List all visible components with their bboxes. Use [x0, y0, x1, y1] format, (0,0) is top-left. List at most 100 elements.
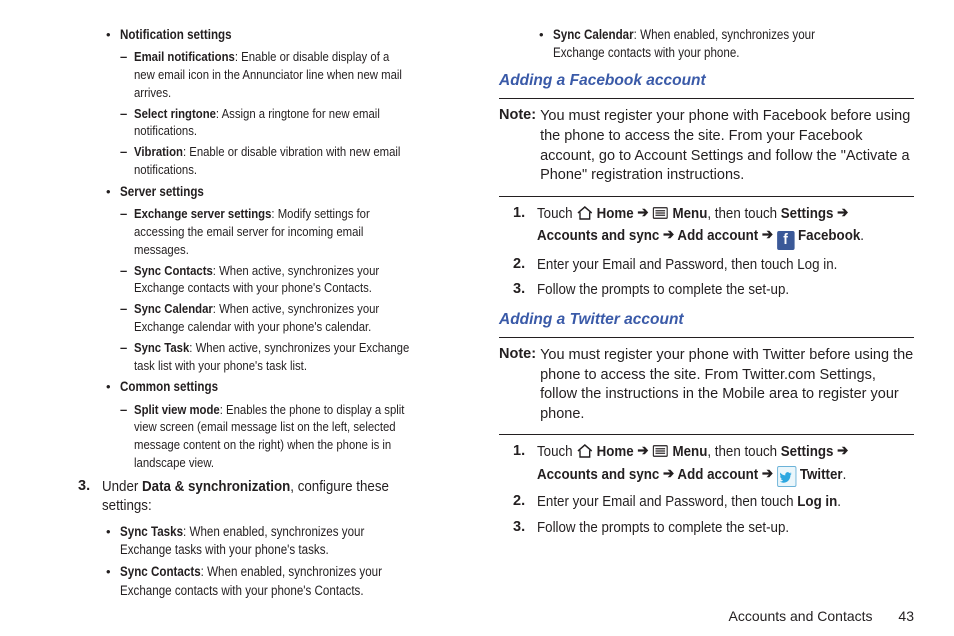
item-label: Sync Calendar [553, 27, 634, 42]
bullet-server-settings: • Server settings [106, 183, 455, 201]
sub-split-view: – Split view mode: Enables the phone to … [120, 401, 455, 472]
dash-marker: – [120, 262, 134, 298]
step-text: Follow the prompts to complete the set-u… [537, 519, 789, 539]
bullet-heading: Server settings [120, 184, 204, 199]
text: Touch [537, 206, 576, 222]
bullet-heading: Notification settings [120, 27, 232, 42]
bullet-marker: • [106, 183, 120, 201]
label-menu: Menu [673, 206, 708, 222]
arrow-icon: ➔ [663, 226, 674, 246]
item-label: Vibration [134, 144, 183, 159]
item-label: Sync Tasks [120, 524, 183, 539]
label-home: Home [597, 206, 634, 222]
item-label: Sync Contacts [120, 564, 201, 579]
tw-step-2: 2. Enter your Email and Password, then t… [513, 493, 914, 513]
bullet-notification-settings: • Notification settings [106, 26, 455, 44]
dash-marker: – [120, 401, 134, 472]
fb-step-1: 1. Touch Home ➔ Menu, then touch Setting… [513, 205, 914, 250]
dash-marker: – [120, 105, 134, 141]
menu-icon [652, 443, 669, 466]
page-number: 43 [898, 608, 914, 624]
step-text: Follow the prompts to complete the set-u… [537, 281, 789, 301]
heading-facebook: Adding a Facebook account [499, 72, 914, 90]
sub-email-notifications: – Email notifications: Enable or disable… [120, 48, 455, 101]
step-number: 1. [513, 443, 537, 487]
note-twitter: Note: You must register your phone with … [499, 337, 914, 435]
bullet-marker: • [106, 378, 120, 396]
note-label: Note: [499, 107, 536, 185]
label-settings: Settings [781, 444, 834, 460]
sub-sync-task: – Sync Task: When active, synchronizes y… [120, 339, 455, 375]
heading-twitter: Adding a Twitter account [499, 311, 914, 329]
footer-section: Accounts and Contacts [729, 608, 873, 624]
bullet-sync-calendar: • Sync Calendar: When enabled, synchroni… [539, 26, 914, 62]
bullet-sync-contacts: • Sync Contacts: When enabled, synchroni… [106, 563, 455, 599]
label-facebook: Facebook [798, 228, 860, 244]
note-facebook: Note: You must register your phone with … [499, 98, 914, 196]
fb-step-3: 3. Follow the prompts to complete the se… [513, 281, 914, 301]
page-footer: Accounts and Contacts 43 [729, 608, 914, 624]
dash-marker: – [120, 143, 134, 179]
step-text-pre: Under [102, 479, 142, 495]
text: . [860, 228, 864, 244]
text: , then touch [707, 206, 780, 222]
label-menu: Menu [673, 444, 708, 460]
step-text: Enter your Email and Password, then touc… [537, 494, 797, 510]
sub-exchange-server: – Exchange server settings: Modify setti… [120, 205, 455, 258]
twitter-icon [777, 466, 796, 487]
left-column: • Notification settings – Email notifica… [40, 22, 477, 624]
step-3: 3. Under Data & synchronization, configu… [78, 478, 455, 517]
note-label: Note: [499, 346, 536, 424]
text: Touch [537, 444, 576, 460]
text: . [837, 494, 841, 510]
item-label: Sync Task [134, 340, 189, 355]
sub-vibration: – Vibration: Enable or disable vibration… [120, 143, 455, 179]
arrow-icon: ➔ [837, 204, 848, 224]
label-home: Home [597, 444, 634, 460]
home-icon [576, 443, 593, 466]
label-login: Log in [797, 494, 837, 510]
tw-step-3: 3. Follow the prompts to complete the se… [513, 519, 914, 539]
item-label: Sync Calendar [134, 301, 213, 316]
item-label: Split view mode [134, 402, 220, 417]
bullet-marker: • [539, 26, 553, 62]
tw-step-1: 1. Touch Home ➔ Menu, then touch Setting… [513, 443, 914, 487]
fb-step-2: 2. Enter your Email and Password, then t… [513, 256, 914, 276]
step-number: 2. [513, 256, 537, 276]
label-add-account: Add account [677, 467, 758, 483]
label-add-account: Add account [677, 228, 758, 244]
label-accounts-sync: Accounts and sync [537, 228, 659, 244]
dash-marker: – [120, 300, 134, 336]
arrow-icon: ➔ [637, 442, 648, 462]
label-settings: Settings [781, 206, 834, 222]
bullet-marker: • [106, 26, 120, 44]
label-accounts-sync: Accounts and sync [537, 467, 659, 483]
step-text: Enter your Email and Password, then touc… [537, 256, 837, 276]
facebook-icon: f [777, 231, 794, 250]
sub-sync-contacts: – Sync Contacts: When active, synchroniz… [120, 262, 455, 298]
arrow-icon: ➔ [762, 226, 773, 246]
item-label: Email notifications [134, 49, 235, 64]
arrow-icon: ➔ [837, 442, 848, 462]
manual-page: • Notification settings – Email notifica… [0, 0, 954, 636]
step-number: 1. [513, 205, 537, 250]
item-label: Exchange server settings [134, 206, 271, 221]
bullet-sync-tasks: • Sync Tasks: When enabled, synchronizes… [106, 523, 455, 559]
item-label: Sync Contacts [134, 263, 213, 278]
step-text-bold: Data & synchronization [142, 479, 290, 495]
step-number: 3. [78, 478, 102, 517]
step-number: 3. [513, 281, 537, 301]
dash-marker: – [120, 205, 134, 258]
text: , then touch [707, 444, 780, 460]
arrow-icon: ➔ [762, 465, 773, 485]
note-text: You must register your phone with Facebo… [540, 107, 914, 185]
arrow-icon: ➔ [637, 204, 648, 224]
dash-marker: – [120, 48, 134, 101]
sub-sync-calendar: – Sync Calendar: When active, synchroniz… [120, 300, 455, 336]
step-number: 3. [513, 519, 537, 539]
sub-select-ringtone: – Select ringtone: Assign a ringtone for… [120, 105, 455, 141]
dash-marker: – [120, 339, 134, 375]
menu-icon [652, 205, 669, 228]
arrow-icon: ➔ [663, 465, 674, 485]
label-twitter: Twitter [800, 467, 843, 483]
